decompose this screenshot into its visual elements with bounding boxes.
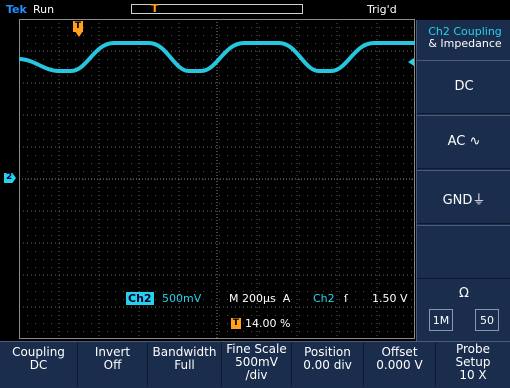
impedance-icon: Ω bbox=[459, 286, 469, 301]
side-menu-spacer bbox=[417, 225, 510, 279]
ch2-badge: Ch2 bbox=[126, 292, 154, 305]
acquisition-status: Run bbox=[33, 3, 55, 16]
impedance-50-button[interactable]: 50 bbox=[475, 309, 499, 331]
fine-scale-button[interactable]: Fine Scale 500mV /div bbox=[222, 342, 292, 387]
invert-button[interactable]: Invert Off bbox=[78, 342, 148, 387]
offset-button[interactable]: Offset 0.000 V bbox=[364, 342, 436, 387]
side-menu-title: Ch2 Coupling & Impedance bbox=[428, 25, 502, 50]
trigger-source-readout: Ch2 bbox=[313, 292, 335, 305]
status-bar: Tek Run T Trig'd bbox=[0, 0, 510, 20]
brand-logo: Tek bbox=[6, 3, 27, 16]
dc-coupling-button[interactable]: DC bbox=[417, 60, 510, 114]
ch2-ground-marker: 2 bbox=[4, 173, 16, 183]
impedance-1m-button[interactable]: 1M bbox=[429, 309, 453, 331]
trigger-slope-icon: ſ bbox=[344, 292, 348, 305]
ac-coupling-button[interactable]: AC ∿ bbox=[417, 115, 510, 169]
ch2-scale-readout: 500mV bbox=[162, 292, 202, 305]
gnd-coupling-button[interactable]: GND⏚ bbox=[417, 170, 510, 224]
trigger-status: Trig'd bbox=[367, 3, 397, 16]
trigger-level-marker bbox=[408, 58, 414, 66]
side-menu: Ch2 Coupling & Impedance DC AC ∿ GND⏚ Ω … bbox=[416, 20, 510, 341]
bandwidth-button[interactable]: Bandwidth Full bbox=[148, 342, 222, 387]
horizontal-position-readout: 14.00 % bbox=[245, 317, 291, 330]
graticule bbox=[19, 19, 415, 339]
horizontal-position-icon: T bbox=[231, 318, 241, 329]
timebase-readout: M 200µs A bbox=[229, 292, 291, 305]
bottom-menu: Coupling DC Invert Off Bandwidth Full Fi… bbox=[0, 341, 510, 388]
probe-setup-button[interactable]: Probe Setup 10 X bbox=[436, 342, 510, 387]
coupling-button[interactable]: Coupling DC bbox=[0, 342, 78, 387]
trigger-arrow-icon bbox=[75, 31, 83, 37]
record-trigger-marker: T bbox=[151, 2, 159, 15]
waveform-display bbox=[19, 19, 415, 339]
position-button[interactable]: Position 0.00 div bbox=[292, 342, 364, 387]
trigger-level-readout: 1.50 V bbox=[372, 292, 408, 305]
